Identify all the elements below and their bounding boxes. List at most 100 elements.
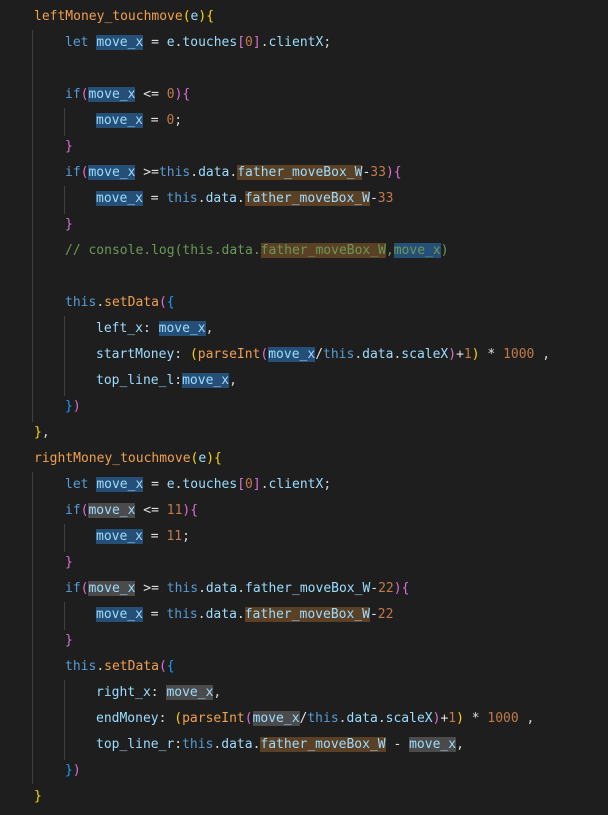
code-line[interactable]: this.setData({ [0,654,175,680]
code-line[interactable]: leftMoney_touchmove(e){ [0,4,214,30]
code-token: e [166,35,175,50]
code-line[interactable]: move_x = 11; [0,524,190,550]
code-line[interactable]: if(move_x >= this.data.father_moveBox_W-… [0,576,409,602]
code-line[interactable]: startMoney: (parseInt(move_x/this.data.s… [0,342,550,368]
code-line[interactable]: rightMoney_touchmove(e){ [0,446,222,472]
code-line[interactable]: if(move_x <= 0){ [0,82,190,108]
code-token: leftMoney_touchmove [34,9,183,24]
code-line[interactable]: } [0,550,73,576]
code-token: this [307,711,339,726]
code-line[interactable]: let move_x = e.touches[0].clientX; [0,472,331,498]
code-line[interactable]: right_x: move_x, [0,680,221,706]
code-line[interactable] [0,56,65,82]
code-line[interactable]: if(move_x >=this.data.father_moveBox_W-3… [0,160,402,186]
code-token: 11 [166,503,183,518]
code-token: ( [182,9,191,24]
code-token: : [174,347,190,362]
code-token: top_line_r [96,737,175,752]
code-token: . [96,295,105,310]
code-line[interactable]: } [0,784,42,810]
code-token: father_moveBox_W [245,581,371,596]
code-token: scaleX [385,711,433,726]
code-line[interactable]: top_line_l:move_x, [0,368,237,394]
code-line[interactable]: move_x = this.data.father_moveBox_W-22 [0,602,393,628]
code-token: move_x [96,35,144,50]
code-token: move_x [96,529,143,544]
code-line[interactable]: move_x = this.data.father_moveBox_W-33 [0,186,393,212]
code-token: { [166,659,175,674]
code-line[interactable]: }) [0,758,81,784]
code-line[interactable]: if(move_x <= 11){ [0,498,198,524]
code-token: this [323,347,355,362]
code-token: e [166,477,175,492]
code-line[interactable]: // console.log(this.data.father_moveBox_… [0,238,449,264]
code-token: ) [448,347,457,362]
code-editor[interactable]: leftMoney_touchmove(e){let move_x = e.to… [0,0,608,815]
code-token: move_x [166,685,214,700]
code-token: . [197,191,206,206]
code-token: startMoney [96,347,175,362]
code-token: ; [323,477,332,492]
code-token: <= [135,503,167,518]
code-line[interactable]: this.setData({ [0,290,175,316]
code-token: ( [158,659,167,674]
code-line[interactable]: } [0,212,73,238]
code-token: { [214,451,222,466]
code-token: = [142,191,167,206]
code-token: { [393,165,402,180]
code-token: father_moveBox_W [237,165,363,180]
code-token: . [260,477,269,492]
code-token: . [260,35,269,50]
code-line[interactable]: endMoney: (parseInt(move_x/this.data.sca… [0,706,534,732]
code-token: let [65,35,97,50]
code-token: . [197,607,206,622]
code-line[interactable]: top_line_r:this.data.father_moveBox_W - … [0,732,464,758]
code-token: ] [252,477,261,492]
code-token: if [65,87,81,102]
code-token: } [65,555,73,570]
code-token: move_x [96,477,144,492]
code-token: = [143,477,167,492]
code-token: 33 [370,165,386,180]
code-token: ) [471,347,480,362]
code-token: . [377,711,386,726]
code-token: . [190,165,199,180]
code-token: 1 [463,347,472,362]
code-token: data [198,165,230,180]
code-line[interactable]: }) [0,394,81,420]
code-token: : [174,373,183,388]
code-line[interactable]: } [0,628,73,654]
code-line[interactable]: } [0,134,73,160]
code-token: 33 [377,191,394,206]
code-line[interactable]: }, [0,420,50,446]
code-token: ( [158,295,167,310]
code-token: ; [182,529,190,544]
code-line[interactable]: move_x = 0; [0,108,182,134]
code-token: : [150,685,167,700]
code-token: move_x [88,87,136,102]
code-line[interactable]: let move_x = e.touches[0].clientX; [0,30,331,56]
code-token: , [518,711,535,726]
code-line[interactable]: left_x: move_x, [0,316,213,342]
code-line[interactable] [0,264,65,290]
code-token: ( [174,711,183,726]
code-token: this [65,659,97,674]
code-token: } [65,633,73,648]
code-token: } [65,139,73,154]
code-token: rightMoney_touchmove [34,451,191,466]
code-token: father_moveBox_W [244,191,370,206]
code-token: move_x [252,711,300,726]
code-token: >= [135,581,167,596]
code-token: 0 [166,87,175,102]
code-token: / [315,347,324,362]
code-token: setData [104,295,159,310]
code-token: this [166,191,198,206]
code-token: move_x [268,347,316,362]
code-token: * [479,347,504,362]
code-token: : [158,711,175,726]
code-token: = [143,35,167,50]
code-token: 0 [245,35,253,50]
code-token: touches [182,35,238,50]
code-token: { [182,87,191,102]
code-token: left_x [96,321,143,336]
